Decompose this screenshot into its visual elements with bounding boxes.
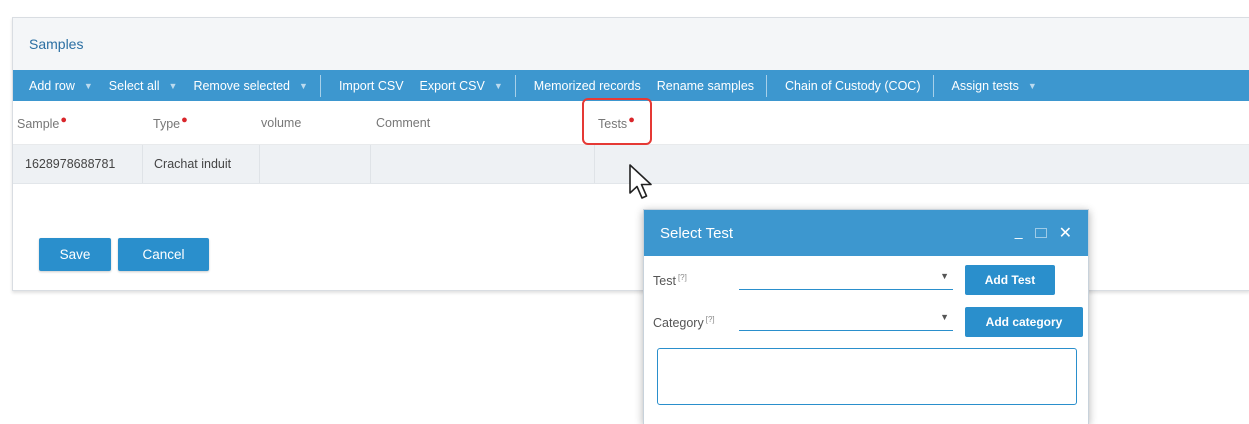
chain-of-custody-label: Chain of Custody (COC) bbox=[785, 78, 921, 93]
mouse-pointer-icon bbox=[629, 164, 652, 199]
cell-volume[interactable] bbox=[263, 145, 368, 183]
toolbar-divider bbox=[766, 74, 768, 97]
dialog-window-controls: _ ✕ bbox=[1015, 223, 1072, 243]
category-select[interactable]: ▼ bbox=[739, 310, 953, 331]
chevron-down-icon[interactable]: ▼ bbox=[940, 271, 949, 281]
chain-of-custody-button[interactable]: Chain of Custody (COC) bbox=[771, 70, 928, 101]
select-test-dialog: Select Test _ ✕ Test [?] ▼ Add Test Categ… bbox=[643, 209, 1089, 424]
toolbar: Add row ▼ Select all ▼ Remove selected ▼… bbox=[13, 70, 1249, 101]
select-all-label: Select all bbox=[108, 78, 160, 93]
cell-comment[interactable] bbox=[373, 145, 593, 183]
add-category-button[interactable]: Add category bbox=[965, 307, 1083, 337]
assign-tests-label: Assign tests bbox=[951, 78, 1019, 93]
import-csv-label: Import CSV bbox=[338, 78, 404, 93]
column-header-comment[interactable]: Comment bbox=[376, 116, 430, 130]
chevron-down-icon[interactable]: ▼ bbox=[494, 81, 503, 91]
column-header-label: volume bbox=[261, 115, 302, 130]
required-marker: ● bbox=[181, 113, 188, 126]
cell-divider bbox=[259, 145, 260, 183]
toolbar-divider bbox=[319, 74, 321, 97]
remove-selected-label: Remove selected bbox=[193, 78, 291, 93]
category-label: Category [?] bbox=[653, 315, 715, 330]
selected-tests-field[interactable] bbox=[657, 348, 1077, 405]
select-all-button[interactable]: Select all ▼ bbox=[101, 70, 186, 101]
remove-selected-button[interactable]: Remove selected ▼ bbox=[185, 70, 316, 101]
add-row-label: Add row bbox=[29, 78, 75, 93]
chevron-down-icon[interactable]: ▼ bbox=[84, 81, 93, 91]
column-header-label: Comment bbox=[376, 115, 431, 130]
export-csv-label: Export CSV bbox=[419, 78, 485, 93]
test-label-text: Test bbox=[653, 274, 676, 289]
toolbar-divider bbox=[514, 74, 516, 97]
dialog-titlebar[interactable]: Select Test _ ✕ bbox=[644, 210, 1088, 256]
cell-divider bbox=[370, 145, 371, 183]
category-label-text: Category bbox=[653, 316, 704, 331]
cell-divider bbox=[594, 145, 595, 183]
save-button[interactable]: Save bbox=[39, 238, 111, 271]
rename-samples-label: Rename samples bbox=[656, 78, 755, 93]
toolbar-divider bbox=[932, 74, 934, 97]
cancel-button[interactable]: Cancel bbox=[118, 238, 209, 271]
cell-divider bbox=[142, 145, 143, 183]
add-row-button[interactable]: Add row ▼ bbox=[13, 70, 101, 101]
memorized-records-label: Memorized records bbox=[533, 78, 641, 93]
cell-sample[interactable]: 1628978688781 bbox=[25, 157, 115, 171]
required-marker: ● bbox=[60, 113, 68, 126]
chevron-down-icon[interactable]: ▼ bbox=[169, 81, 178, 91]
column-header-sample[interactable]: Sample● bbox=[17, 114, 67, 131]
chevron-down-icon[interactable]: ▼ bbox=[1028, 81, 1037, 91]
cell-type[interactable]: Crachat induit bbox=[154, 157, 231, 171]
tests-column-highlight bbox=[582, 98, 652, 145]
import-csv-button[interactable]: Import CSV bbox=[325, 70, 412, 101]
panel-title: Samples bbox=[29, 36, 84, 52]
column-header-type[interactable]: Type● bbox=[153, 114, 188, 131]
help-icon[interactable]: [?] bbox=[678, 273, 687, 282]
chevron-down-icon[interactable]: ▼ bbox=[299, 81, 308, 91]
memorized-records-button[interactable]: Memorized records bbox=[520, 70, 649, 101]
column-header-label: Type bbox=[153, 117, 181, 132]
rename-samples-button[interactable]: Rename samples bbox=[649, 70, 762, 101]
export-csv-button[interactable]: Export CSV ▼ bbox=[412, 70, 511, 101]
column-header-volume[interactable]: volume bbox=[261, 116, 301, 130]
maximize-icon[interactable] bbox=[1034, 228, 1047, 238]
help-icon[interactable]: [?] bbox=[706, 315, 715, 324]
cell-tests[interactable] bbox=[597, 145, 1197, 183]
assign-tests-button[interactable]: Assign tests ▼ bbox=[938, 70, 1045, 101]
chevron-down-icon[interactable]: ▼ bbox=[940, 312, 949, 322]
test-label: Test [?] bbox=[653, 273, 687, 288]
dialog-title: Select Test bbox=[660, 224, 734, 242]
test-select[interactable]: ▼ bbox=[739, 269, 953, 290]
minimize-icon[interactable]: _ bbox=[1015, 223, 1023, 239]
add-test-button[interactable]: Add Test bbox=[965, 265, 1055, 295]
panel-header: Samples bbox=[13, 18, 1249, 71]
column-header-label: Sample bbox=[17, 117, 60, 132]
close-icon[interactable]: ✕ bbox=[1059, 223, 1072, 243]
